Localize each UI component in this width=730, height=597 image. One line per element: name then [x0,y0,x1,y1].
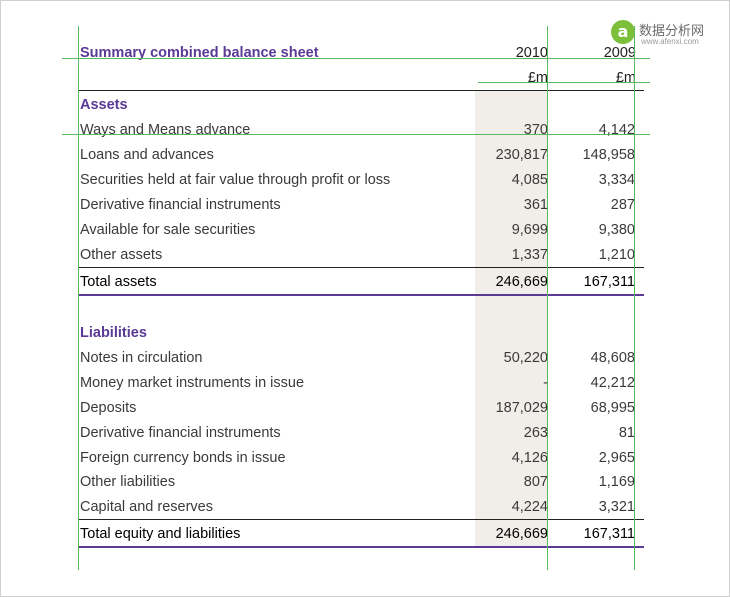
row-label: Notes in circulation [80,350,203,366]
liabilities-heading: Liabilities [80,325,147,341]
logo-domain-text: www.afenxi.com [641,37,699,46]
value-2010: 807 [523,474,548,490]
guide-line-first-row [62,134,650,135]
value-2010: 9,699 [511,222,548,238]
value-2009: 287 [610,197,635,213]
value-2009: 9,380 [598,222,635,238]
value-2010: 361 [523,197,548,213]
guide-line-2010 [547,26,548,570]
row-label: Other liabilities [80,474,176,490]
value-2009: 3,321 [598,499,635,515]
total-assets-row: Total assets 246,669 167,311 [80,274,640,294]
value-2010: 246,669 [495,526,548,542]
row-label: Loans and advances [80,147,214,163]
value-2009: 167,311 [583,274,635,290]
value-2009: 1,210 [598,247,635,263]
assets-total-underline [79,294,644,296]
row-label: Other assets [80,247,163,263]
value-2009: 81 [618,425,635,441]
table-row: Capital and reserves 4,224 3,321 [80,499,640,519]
guide-line-units [478,82,650,83]
value-2010: 1,337 [511,247,548,263]
table-row: Securities held at fair value through pr… [80,172,640,192]
value-2010: 246,669 [495,274,548,290]
value-2009: 148,958 [582,147,635,163]
value-2009: 2,965 [598,450,635,466]
assets-total-rule [79,267,644,268]
guide-line-left [78,26,79,570]
value-2010: 4,224 [511,499,548,515]
table-row: Other assets 1,337 1,210 [80,247,640,267]
total-liabilities-row: Total equity and liabilities 246,669 167… [80,526,640,546]
value-2009: 68,995 [590,400,635,416]
table-row: Derivative financial instruments 263 81 [80,425,640,445]
logo-mark-icon: a [611,20,635,44]
table-row: Loans and advances 230,817 148,958 [80,147,640,167]
table-row: Derivative financial instruments 361 287 [80,197,640,217]
table-row: Ways and Means advance 370 4,142 [80,122,640,142]
guide-line-2009 [634,26,635,570]
column-unit-2010: £m [527,70,548,86]
row-label: Securities held at fair value through pr… [80,172,391,188]
value-2010: 230,817 [495,147,548,163]
value-2010: 370 [523,122,548,138]
value-2009: 1,169 [598,474,635,490]
row-label: Total assets [80,274,157,290]
row-label: Derivative financial instruments [80,425,281,441]
value-2010: 50,220 [503,350,548,366]
row-label: Foreign currency bonds in issue [80,450,286,466]
liabilities-total-underline [79,546,644,548]
row-label: Capital and reserves [80,499,213,515]
table-row: Deposits 187,029 68,995 [80,400,640,420]
table-row: Money market instruments in issue - 42,2… [80,375,640,395]
value-2010: 263 [523,425,548,441]
guide-line-title [62,58,650,59]
table-row: Notes in circulation 50,220 48,608 [80,350,640,370]
value-2009: 42,212 [590,375,635,391]
row-label: Ways and Means advance [80,122,251,138]
value-2009: 3,334 [598,172,635,188]
value-2009: 167,311 [583,526,635,542]
value-2009: 4,142 [598,122,635,138]
column-unit-2009: £m [615,70,636,86]
row-label: Deposits [80,400,137,416]
row-label: Money market instruments in issue [80,375,305,391]
liabilities-total-rule [79,519,644,520]
row-label: Available for sale securities [80,222,256,238]
value-2010: 4,085 [511,172,548,188]
row-label: Total equity and liabilities [80,526,241,542]
assets-heading: Assets [80,97,128,113]
value-2010: 4,126 [511,450,548,466]
header-rule [79,90,644,91]
table-row: Other liabilities 807 1,169 [80,474,640,494]
table-row: Available for sale securities 9,699 9,38… [80,222,640,242]
row-label: Derivative financial instruments [80,197,281,213]
table-row: Foreign currency bonds in issue 4,126 2,… [80,450,640,470]
value-2009: 48,608 [590,350,635,366]
value-2010: 187,029 [495,400,548,416]
